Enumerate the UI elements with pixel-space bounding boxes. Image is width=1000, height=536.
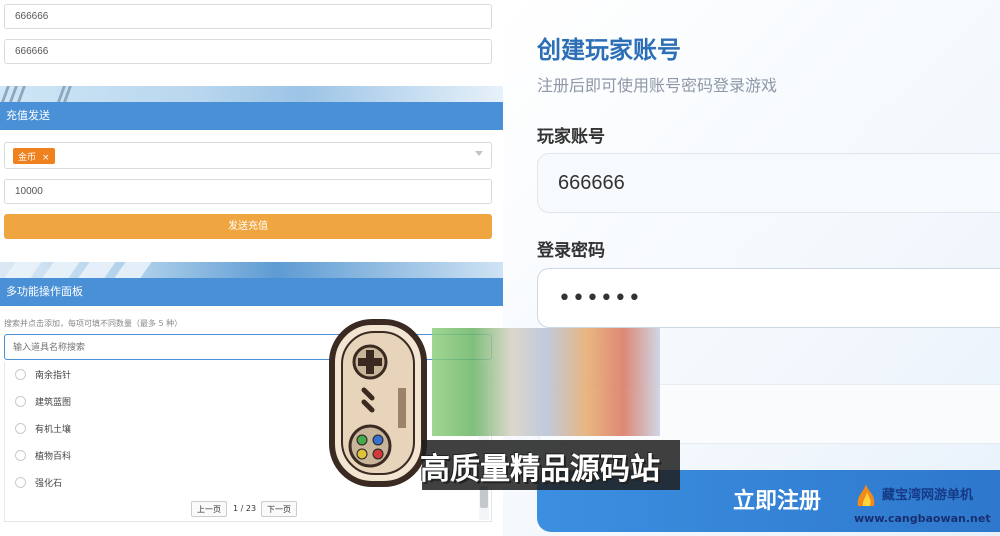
radio-button[interactable]	[15, 423, 26, 434]
watermark-text: 高质量精品源码站	[420, 452, 660, 487]
site-logo: 藏宝湾网游单机 www.cangbaowan.net	[854, 482, 1000, 530]
item-label: 植物百科	[35, 452, 72, 462]
currency-tag-label: 金币	[18, 153, 37, 163]
account-label: 玩家账号	[537, 127, 605, 147]
next-page-button[interactable]: 下一页	[261, 501, 297, 517]
site-url: www.cangbaowan.net	[854, 512, 991, 525]
site-name: 藏宝湾网游单机	[882, 488, 974, 503]
register-subtitle: 注册后即可使用账号密码登录游戏	[537, 76, 778, 95]
panel-header: 多功能操作面板	[0, 278, 503, 306]
radio-button[interactable]	[15, 369, 26, 380]
radio-button[interactable]	[15, 477, 26, 488]
top-field-2[interactable]	[4, 39, 492, 64]
page-indicator: 1 / 23	[233, 504, 257, 513]
banner-art-top	[0, 86, 503, 102]
tag-close-icon[interactable]: ×	[42, 153, 50, 163]
item-label: 强化石	[35, 479, 63, 489]
send-recharge-button[interactable]: 发送充值	[4, 214, 492, 239]
blurred-area	[432, 328, 660, 436]
app-root: 充值发送 金币 × 发送充值 多功能操作面板 搜索并点击添加，每项可填不同数量（最…	[0, 0, 1000, 536]
banner-art-mid	[0, 262, 503, 278]
panel-hint: 搜索并点击添加，每项可填不同数量（最多 5 种）	[4, 319, 183, 328]
password-input[interactable]: ••••••	[537, 268, 1000, 328]
chevron-down-icon[interactable]	[475, 151, 483, 156]
register-title: 创建玩家账号	[537, 36, 681, 64]
password-label: 登录密码	[537, 241, 605, 261]
top-field-1[interactable]	[4, 4, 492, 29]
radio-button[interactable]	[15, 396, 26, 407]
gamepad-icon	[329, 319, 427, 487]
amount-input[interactable]	[4, 179, 492, 204]
item-label: 建筑蓝图	[35, 398, 72, 408]
radio-button[interactable]	[15, 450, 26, 461]
currency-tag[interactable]: 金币 ×	[13, 148, 55, 164]
currency-select[interactable]: 金币 ×	[4, 142, 492, 169]
prev-page-button[interactable]: 上一页	[191, 501, 227, 517]
recharge-header: 充值发送	[0, 102, 503, 130]
account-input[interactable]	[537, 153, 1000, 213]
item-label: 有机土壤	[35, 425, 72, 435]
item-label: 南余指针	[35, 371, 72, 381]
flame-logo-icon	[857, 484, 875, 506]
